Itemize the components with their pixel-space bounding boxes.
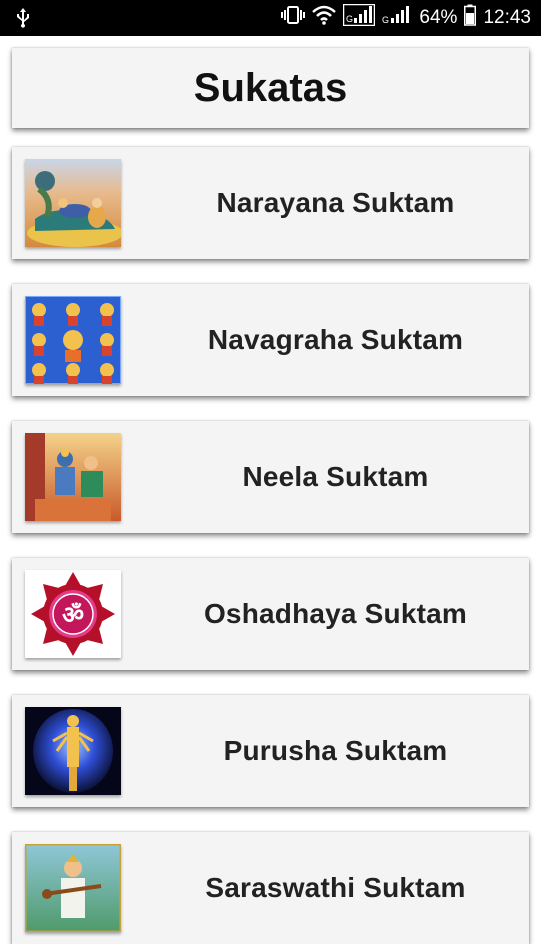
list-item-neela[interactable]: Neela Suktam (12, 421, 529, 533)
header-card: Sukatas (12, 48, 529, 128)
status-bar: G G 64% 12:43 (0, 0, 541, 36)
list-item-purusha[interactable]: Purusha Suktam (12, 695, 529, 807)
purusha-image (25, 707, 121, 795)
page-title: Sukatas (193, 65, 348, 110)
om-image: ॐ (25, 570, 121, 658)
item-label: Purusha Suktam (223, 735, 448, 766)
list-item-narayana[interactable]: Narayana Suktam (12, 147, 529, 259)
battery-percent: 64% (419, 7, 458, 28)
usb-icon (16, 8, 30, 34)
navagraha-image (25, 296, 121, 384)
list-item-navagraha[interactable]: Navagraha Suktam (12, 284, 529, 396)
list-item-saraswathi[interactable]: Saraswathi Suktam (12, 832, 529, 944)
item-label: Saraswathi Suktam (205, 872, 466, 903)
item-label: Neela Suktam (242, 461, 429, 492)
list-item-oshadhaya[interactable]: ॐ Oshadhaya Suktam (12, 558, 529, 670)
clock: 12:43 (483, 7, 531, 28)
vibrate-icon (281, 5, 306, 31)
wifi-icon (312, 5, 337, 31)
battery-icon (464, 4, 477, 32)
signal-sim2-icon: G (382, 4, 412, 32)
saraswathi-image (25, 844, 121, 932)
svg-text:G: G (382, 15, 389, 25)
item-label: Navagraha Suktam (207, 324, 464, 355)
svg-text:ॐ: ॐ (62, 601, 84, 629)
signal-sim1-icon: G (343, 3, 376, 32)
neela-image (25, 433, 121, 521)
narayana-image (25, 159, 121, 247)
item-label: Oshadhaya Suktam (203, 598, 468, 629)
item-label: Narayana Suktam (216, 187, 455, 218)
svg-text:G: G (346, 14, 353, 24)
